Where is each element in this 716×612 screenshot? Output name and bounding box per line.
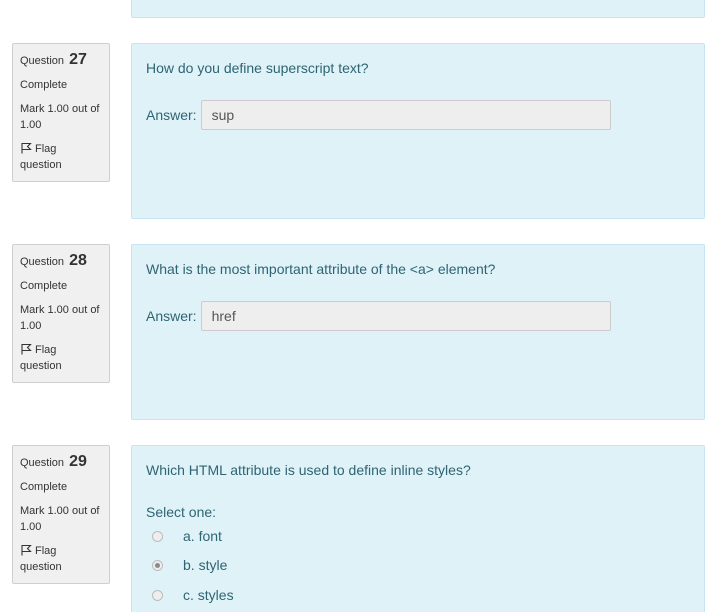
option-label: b. style <box>183 557 228 573</box>
question-state: Complete <box>20 79 68 91</box>
question-state: Complete <box>20 280 68 292</box>
question-number: Question 27 <box>20 50 101 71</box>
question-number-value: 27 <box>69 51 87 68</box>
question-info: Question 27 Complete Mark 1.00 out of 1.… <box>12 43 110 182</box>
question-grade: Mark 1.00 out of 1.00 <box>20 304 100 332</box>
question-number: Question 29 <box>20 452 101 473</box>
answer-label: Answer: <box>146 107 197 123</box>
question-label: Question <box>20 256 65 268</box>
option-label: c. styles <box>183 587 234 603</box>
question-content: Which HTML attribute is used to define i… <box>131 445 705 612</box>
question-number: Question 28 <box>20 251 101 272</box>
question-info: Question 29 Complete Mark 1.00 out of 1.… <box>12 445 110 584</box>
radio-button-selected[interactable] <box>152 559 163 571</box>
question-text: How do you define superscript text? <box>146 60 369 76</box>
question-number-value: 29 <box>69 453 87 470</box>
answer-row: Answer: <box>146 301 611 331</box>
answer-option-b[interactable]: b. style <box>152 557 227 573</box>
question-text: What is the most important attribute of … <box>146 261 496 277</box>
question-text: Which HTML attribute is used to define i… <box>146 462 471 478</box>
question-content: What is the most important attribute of … <box>131 244 705 420</box>
flag-icon <box>21 142 32 154</box>
radio-button[interactable] <box>152 530 163 542</box>
flag-question-link[interactable]: Flag question <box>20 342 101 374</box>
option-label: a. font <box>183 528 222 544</box>
answer-input[interactable] <box>200 301 611 331</box>
flag-icon <box>21 343 32 355</box>
radio-button[interactable] <box>152 589 163 601</box>
answer-label: Answer: <box>146 308 197 324</box>
answer-option-a[interactable]: a. font <box>152 528 222 544</box>
question-content: How do you define superscript text? Answ… <box>131 43 705 219</box>
answer-input[interactable] <box>200 100 611 130</box>
answer-option-c[interactable]: c. styles <box>152 587 234 603</box>
question-number-value: 28 <box>69 252 87 269</box>
answer-row: Answer: <box>146 100 611 130</box>
question-info: Question 28 Complete Mark 1.00 out of 1.… <box>12 244 110 383</box>
flag-icon <box>21 544 32 556</box>
flag-question-link[interactable]: Flag question <box>20 141 101 173</box>
question-state: Complete <box>20 481 68 493</box>
question-label: Question <box>20 457 65 469</box>
question-grade: Mark 1.00 out of 1.00 <box>20 505 100 533</box>
quiz-review-page: Question 27 Complete Mark 1.00 out of 1.… <box>0 0 716 612</box>
question-grade: Mark 1.00 out of 1.00 <box>20 103 100 131</box>
question-label: Question <box>20 55 65 67</box>
previous-question-content <box>131 0 705 18</box>
flag-question-link[interactable]: Flag question <box>20 543 101 575</box>
select-one-prompt: Select one: <box>146 504 217 520</box>
